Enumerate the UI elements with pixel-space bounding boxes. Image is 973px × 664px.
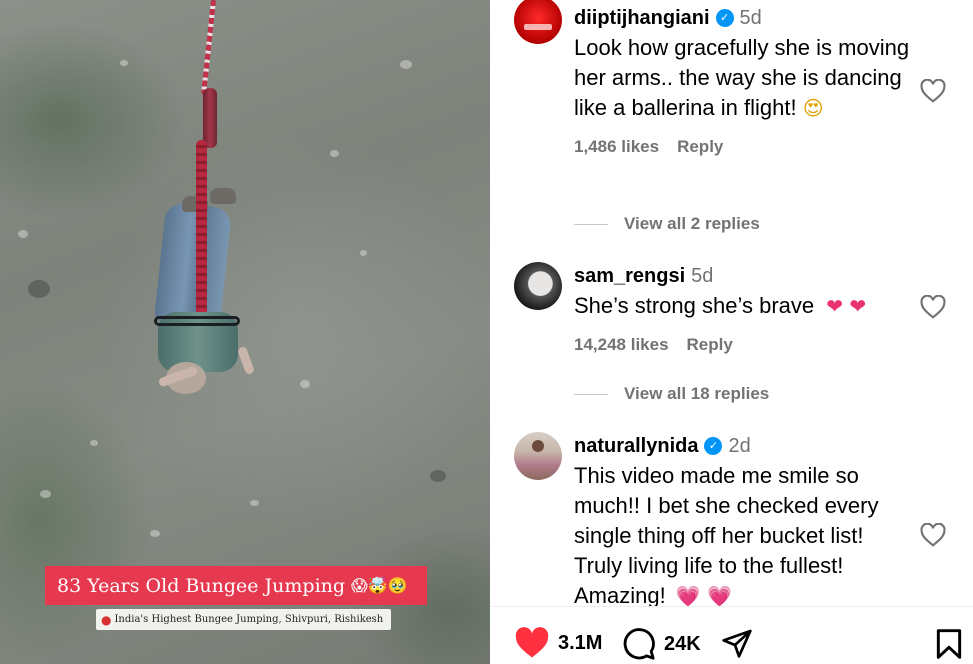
comment-body: naturallynida ✓ 2d This video made me sm… [574,434,914,606]
comment-age: 5d [691,265,714,287]
ground-detail [28,280,50,298]
reply-button[interactable]: Reply [687,335,733,355]
comment-text-content: Look how gracefully she is moving her ar… [574,35,910,120]
ground-detail [150,530,160,537]
video-location-text: India's Highest Bungee Jumping, Shivpuri… [114,614,384,625]
comment-text: Look how gracefully she is moving her ar… [574,33,914,123]
avatar[interactable] [514,432,562,480]
comment-text: She’s strong she’s brave ❤ ❤ [574,291,914,321]
comment-text: This video made me smile so much!! I bet… [574,461,914,606]
comment-age: 5d [739,7,762,29]
share-icon [722,629,752,658]
ground-detail [120,60,128,66]
comment-count: 24K [664,632,701,655]
comment-emoji: 💗 💗 [675,584,733,606]
comment-body: diiptijhangiani ✓ 5d Look how gracefully… [574,6,914,157]
video-caption-text: 83 Years Old Bungee Jumping [57,574,346,597]
view-replies-button[interactable]: View all 18 replies [574,384,769,404]
divider-line [574,393,608,395]
comment-username[interactable]: sam_rengsi [574,264,685,288]
ground-detail [18,230,28,238]
bookmark-icon [936,629,962,659]
ground-detail [90,440,98,446]
location-pin-icon: ● [101,612,112,627]
comment-likes[interactable]: 14,248 likes [574,335,669,355]
comment-age: 2d [728,435,751,457]
view-replies-label: View all 2 replies [624,214,760,233]
avatar-detail [524,24,552,30]
comment-button[interactable]: 24K [622,627,701,661]
jumper-shoe [210,188,236,204]
heart-filled-icon [515,627,549,658]
comment-likes[interactable]: 1,486 likes [574,137,659,157]
ground-detail [360,250,367,256]
bookmark-button[interactable] [935,628,963,660]
reply-button[interactable]: Reply [677,137,723,157]
verified-badge-icon: ✓ [715,9,734,27]
bungee-rope-sleeve [203,88,217,148]
comments-panel[interactable]: diiptijhangiani ✓ 5d Look how gracefully… [490,0,973,606]
video-location: ● India's Highest Bungee Jumping, Shivpu… [96,609,392,630]
like-count: 3.1M [558,631,603,654]
ground-detail [40,490,51,498]
jumper-arm [236,345,256,376]
comment-body: sam_rengsi 5d She’s strong she’s brave ❤… [574,264,914,355]
avatar[interactable] [514,262,562,310]
ground-detail [400,60,412,69]
comment-emoji: 😍 [802,96,824,120]
video-caption-emojis: 😱🤯🥹 [351,576,408,595]
ground-detail [330,150,339,157]
divider-line [574,223,608,225]
share-button[interactable] [720,627,754,659]
like-button[interactable]: 3.1M [514,627,602,659]
ground-detail [430,470,446,482]
avatar[interactable] [514,0,562,44]
ground-detail [300,380,310,388]
comment-username[interactable]: naturallynida [574,434,698,458]
comment-username[interactable]: diiptijhangiani [574,6,710,30]
jumper-harness [154,316,240,326]
video-player[interactable]: 83 Years Old Bungee Jumping 😱🤯🥹 ● India'… [0,0,490,664]
heart-outline-icon[interactable] [920,295,946,319]
heart-outline-icon[interactable] [920,523,946,547]
view-replies-button[interactable]: View all 2 replies [574,214,760,234]
post-action-bar: 3.1M 24K [490,606,973,664]
comment-text-content: She’s strong she’s brave [574,293,815,318]
comment-icon [623,628,655,660]
video-caption: 83 Years Old Bungee Jumping 😱🤯🥹 [45,566,427,605]
view-replies-label: View all 18 replies [624,384,770,403]
bungee-rope [201,0,216,95]
ground-detail [250,500,259,506]
verified-badge-icon: ✓ [704,437,723,455]
heart-outline-icon[interactable] [920,79,946,103]
jumper-legs [153,201,233,329]
comment-emoji: ❤ ❤ [826,294,867,318]
avatar-detail [532,440,544,452]
